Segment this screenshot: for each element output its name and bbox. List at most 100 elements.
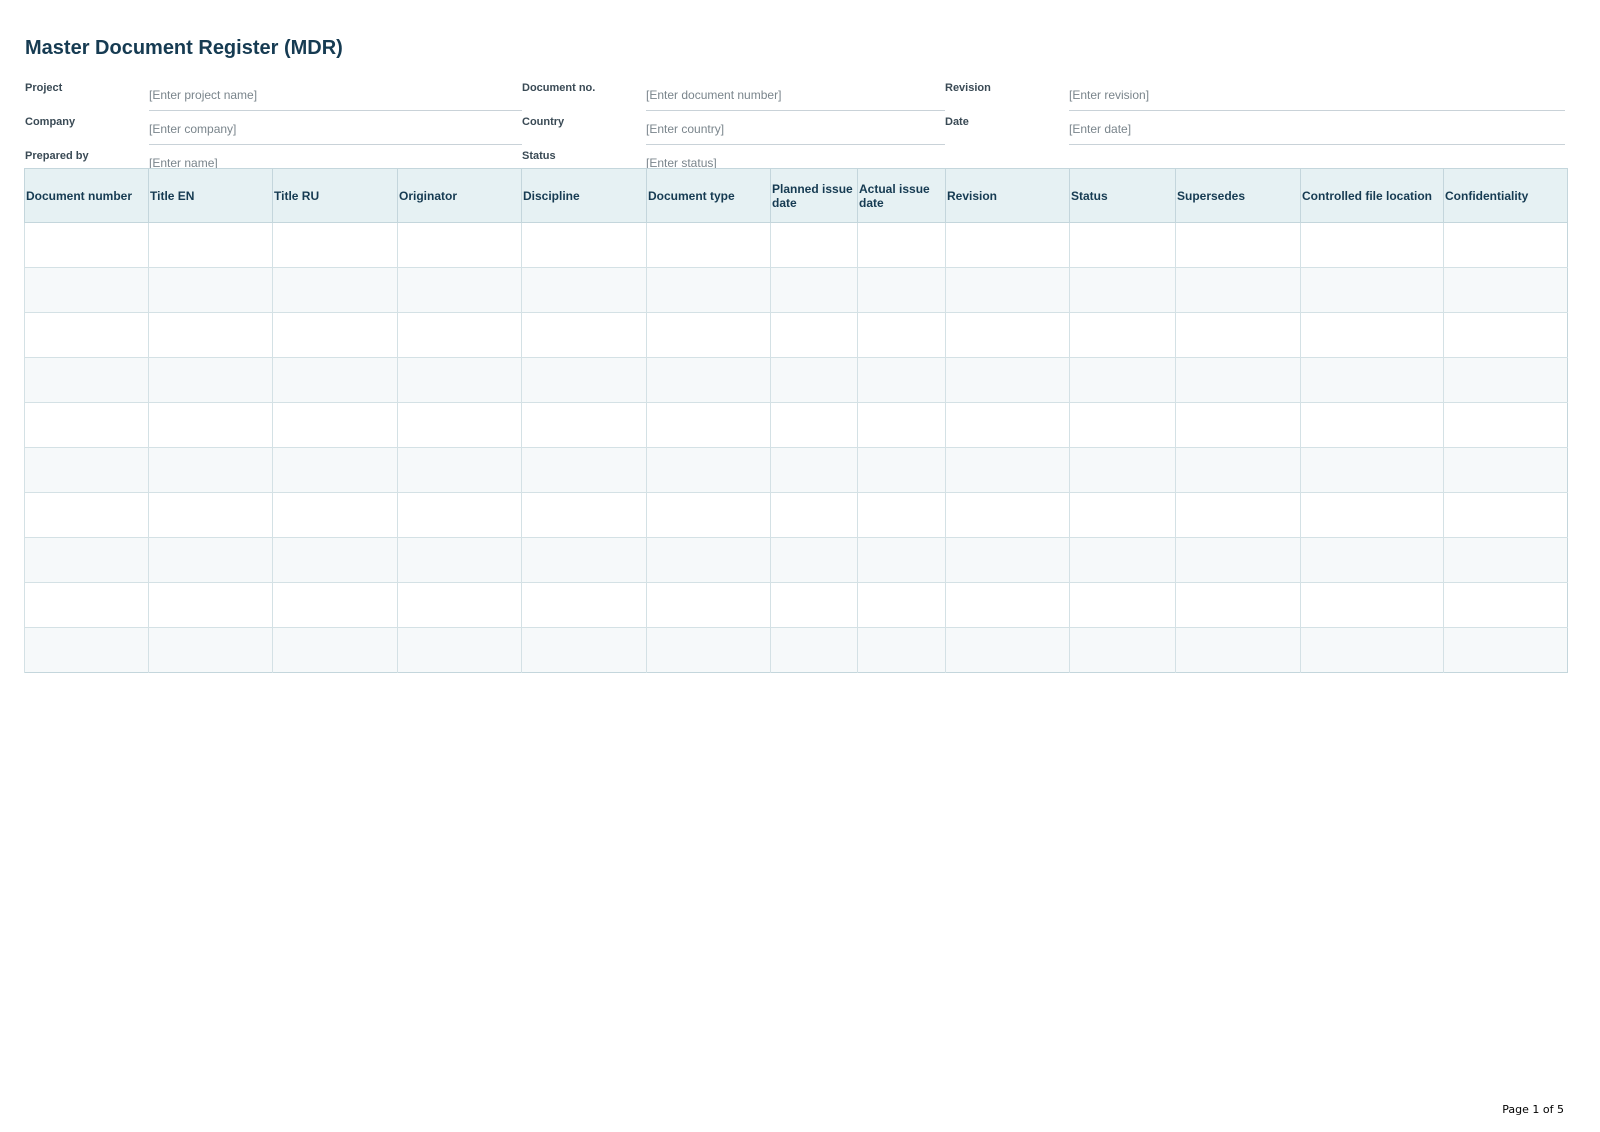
table-cell[interactable] <box>646 492 771 538</box>
table-cell[interactable] <box>24 627 149 673</box>
table-cell[interactable] <box>1300 627 1444 673</box>
table-cell[interactable] <box>24 582 149 628</box>
table-cell[interactable] <box>646 312 771 358</box>
table-cell[interactable] <box>397 492 522 538</box>
table-cell[interactable] <box>24 267 149 313</box>
table-cell[interactable] <box>646 627 771 673</box>
table-cell[interactable] <box>148 357 273 403</box>
table-cell[interactable] <box>24 357 149 403</box>
table-cell[interactable] <box>272 492 398 538</box>
table-cell[interactable] <box>857 492 946 538</box>
table-cell[interactable] <box>521 402 647 448</box>
table-cell[interactable] <box>1300 357 1444 403</box>
table-cell[interactable] <box>24 492 149 538</box>
table-cell[interactable] <box>397 447 522 493</box>
table-cell[interactable] <box>148 492 273 538</box>
field-value[interactable]: [Enter project name] <box>149 76 522 111</box>
table-cell[interactable] <box>857 627 946 673</box>
table-cell[interactable] <box>1069 402 1176 448</box>
table-cell[interactable] <box>770 267 858 313</box>
table-cell[interactable] <box>272 222 398 268</box>
table-cell[interactable] <box>1443 267 1568 313</box>
table-cell[interactable] <box>1443 447 1568 493</box>
table-cell[interactable] <box>770 357 858 403</box>
table-cell[interactable] <box>521 492 647 538</box>
table-cell[interactable] <box>1175 357 1301 403</box>
table-cell[interactable] <box>521 267 647 313</box>
table-cell[interactable] <box>397 312 522 358</box>
table-cell[interactable] <box>1069 537 1176 583</box>
table-cell[interactable] <box>1175 627 1301 673</box>
table-cell[interactable] <box>1443 492 1568 538</box>
table-cell[interactable] <box>945 312 1070 358</box>
table-cell[interactable] <box>272 357 398 403</box>
table-cell[interactable] <box>24 222 149 268</box>
table-cell[interactable] <box>1069 267 1176 313</box>
table-cell[interactable] <box>148 312 273 358</box>
table-cell[interactable] <box>148 222 273 268</box>
table-cell[interactable] <box>945 537 1070 583</box>
table-cell[interactable] <box>272 537 398 583</box>
table-cell[interactable] <box>857 267 946 313</box>
table-cell[interactable] <box>397 357 522 403</box>
table-cell[interactable] <box>646 582 771 628</box>
table-cell[interactable] <box>24 312 149 358</box>
table-cell[interactable] <box>770 222 858 268</box>
table-cell[interactable] <box>24 447 149 493</box>
table-cell[interactable] <box>397 537 522 583</box>
table-cell[interactable] <box>521 447 647 493</box>
table-cell[interactable] <box>272 582 398 628</box>
table-cell[interactable] <box>521 222 647 268</box>
table-cell[interactable] <box>770 402 858 448</box>
table-cell[interactable] <box>1300 537 1444 583</box>
table-cell[interactable] <box>1069 447 1176 493</box>
table-cell[interactable] <box>1443 222 1568 268</box>
table-cell[interactable] <box>1300 582 1444 628</box>
table-cell[interactable] <box>272 312 398 358</box>
table-cell[interactable] <box>1069 492 1176 538</box>
table-cell[interactable] <box>646 267 771 313</box>
table-cell[interactable] <box>1175 582 1301 628</box>
table-cell[interactable] <box>1443 627 1568 673</box>
table-cell[interactable] <box>272 267 398 313</box>
table-cell[interactable] <box>770 492 858 538</box>
table-cell[interactable] <box>1069 582 1176 628</box>
table-cell[interactable] <box>148 627 273 673</box>
table-cell[interactable] <box>148 582 273 628</box>
field-value[interactable]: [Enter document number] <box>646 76 945 111</box>
table-cell[interactable] <box>1069 222 1176 268</box>
table-cell[interactable] <box>646 537 771 583</box>
table-cell[interactable] <box>646 447 771 493</box>
table-cell[interactable] <box>1175 402 1301 448</box>
table-cell[interactable] <box>770 537 858 583</box>
table-cell[interactable] <box>1175 222 1301 268</box>
table-cell[interactable] <box>857 357 946 403</box>
table-cell[interactable] <box>646 402 771 448</box>
table-cell[interactable] <box>1443 312 1568 358</box>
table-cell[interactable] <box>857 447 946 493</box>
table-cell[interactable] <box>770 582 858 628</box>
table-cell[interactable] <box>272 627 398 673</box>
table-cell[interactable] <box>272 402 398 448</box>
table-cell[interactable] <box>1443 582 1568 628</box>
table-cell[interactable] <box>397 582 522 628</box>
table-cell[interactable] <box>148 267 273 313</box>
table-cell[interactable] <box>521 582 647 628</box>
table-cell[interactable] <box>646 357 771 403</box>
table-cell[interactable] <box>770 627 858 673</box>
table-cell[interactable] <box>1300 312 1444 358</box>
table-cell[interactable] <box>397 222 522 268</box>
field-value[interactable]: [Enter country] <box>646 110 945 145</box>
table-cell[interactable] <box>1300 222 1444 268</box>
table-cell[interactable] <box>770 312 858 358</box>
table-cell[interactable] <box>945 582 1070 628</box>
field-value[interactable]: [Enter revision] <box>1069 76 1565 111</box>
table-cell[interactable] <box>945 357 1070 403</box>
table-cell[interactable] <box>857 402 946 448</box>
table-cell[interactable] <box>24 402 149 448</box>
table-cell[interactable] <box>397 267 522 313</box>
table-cell[interactable] <box>1443 537 1568 583</box>
table-cell[interactable] <box>945 492 1070 538</box>
table-cell[interactable] <box>24 537 149 583</box>
table-cell[interactable] <box>1300 447 1444 493</box>
